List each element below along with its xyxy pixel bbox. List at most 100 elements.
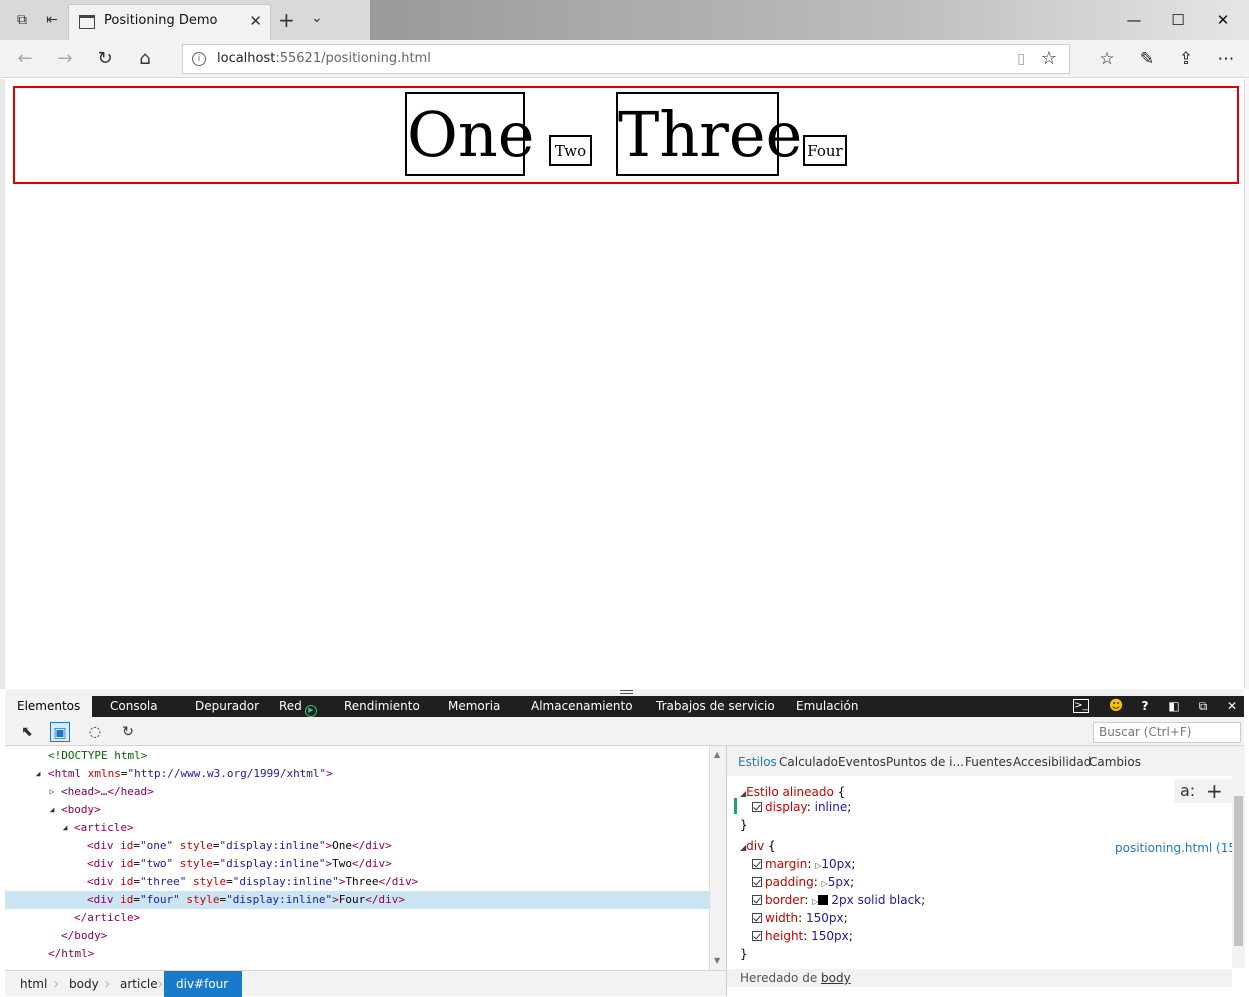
breadcrumb-article[interactable]: article [120,971,158,997]
close-window-icon[interactable]: ✕ [1203,8,1243,32]
back-icon[interactable]: ← [13,47,37,71]
inherited-from-link[interactable]: body [821,971,851,985]
dom-node-div-three[interactable]: <div id="three" style="display:inline">T… [5,873,709,891]
breadcrumb-div-four[interactable]: div#four [164,971,243,997]
tab-emulacion[interactable]: Emulación [796,696,858,717]
add-rule-icon[interactable]: + [1206,779,1223,803]
url-text[interactable]: localhost:55621/positioning.html [217,51,431,66]
property-checkbox[interactable] [752,859,762,869]
home-icon[interactable]: ⌂ [133,47,157,71]
tab-eventos[interactable]: Eventos [838,755,886,769]
share-icon[interactable]: ⇪ [1174,47,1198,71]
property-checkbox[interactable] [752,877,762,887]
property-checkbox[interactable] [752,802,762,812]
more-options-icon[interactable]: ⋯ [1214,47,1238,71]
tab-title: Positioning Demo [104,13,218,28]
rule-height[interactable]: height: 150px; [752,927,853,945]
scroll-up-icon[interactable]: ▲ [714,750,720,759]
dom-node-html[interactable]: ◢ <html xmlns="http://www.w3.org/1999/xht… [5,765,709,783]
dom-node-body-close[interactable]: </body> [5,927,709,945]
site-info-icon[interactable]: i [192,52,206,66]
breadcrumb-body[interactable]: body [69,971,99,997]
pen-notes-icon[interactable]: ✎ [1135,47,1159,71]
tab-elementos[interactable]: Elementos [5,696,93,717]
expand-html-icon[interactable]: ◢ [33,765,43,783]
dom-scrollbar[interactable]: ▲ ▼ [709,746,726,970]
address-bar[interactable]: i localhost:55621/positioning.html ▯ ☆ [182,44,1070,74]
dom-node-article-close[interactable]: </article> [5,909,709,927]
tab-consola[interactable]: Consola [110,696,158,717]
rule-border[interactable]: border: ▷ 2px solid black; [752,891,925,909]
tab-actions-icon[interactable]: ⧉ [12,10,32,30]
favorites-list-icon[interactable]: ☆ [1095,47,1119,71]
styles-tab-bar: Estilos Calculado Eventos Puntos de i...… [727,746,1245,776]
refresh-icon[interactable]: ↻ [93,47,117,71]
refresh-dom-icon[interactable]: ↻ [118,722,138,742]
scrollbar-thumb[interactable] [1234,796,1243,946]
inline-style-prop[interactable]: display: inline; [752,798,851,816]
new-tab-icon[interactable]: + [278,8,295,32]
tab-calculado[interactable]: Calculado [779,755,838,769]
expand-article-icon[interactable]: ◢ [60,819,70,837]
feedback-smiley-icon[interactable]: ☻ [1107,698,1125,715]
maximize-icon[interactable]: ☐ [1158,8,1198,32]
tab-memoria[interactable]: Memoria [448,696,500,717]
changed-indicator [734,798,737,814]
tab-red[interactable]: Red ▶ [279,696,317,717]
dom-node-body[interactable]: ◢ <body> [5,801,709,819]
help-icon[interactable]: ? [1136,698,1154,715]
minimize-icon[interactable]: — [1114,8,1154,32]
tab-trabajos-de-servicio[interactable]: Trabajos de servicio [656,696,775,717]
favorite-star-icon[interactable]: ☆ [1041,48,1057,69]
set-tabs-aside-icon[interactable]: ⇤ [42,10,62,30]
tab-accesibilidad[interactable]: Accesibilidad [1013,755,1091,769]
dom-node-html-close[interactable]: </html> [5,945,709,963]
property-checkbox[interactable] [752,931,762,941]
styles-scrollbar[interactable] [1232,776,1245,968]
dom-search-input[interactable]: Buscar (Ctrl+F) [1093,722,1241,743]
property-checkbox[interactable] [752,913,762,923]
close-devtools-icon[interactable]: ✕ [1223,698,1241,715]
rule-width[interactable]: width: 150px; [752,909,848,927]
reading-view-icon[interactable]: ▯ [1017,51,1025,67]
color-swatch[interactable] [818,895,829,905]
close-tab-icon[interactable]: ✕ [249,12,262,30]
tab-cambios[interactable]: Cambios [1089,755,1141,769]
tab-rendimiento[interactable]: Rendimiento [344,696,420,717]
tab-depurador[interactable]: Depurador [195,696,259,717]
navigation-bar: ← → ↻ ⌂ i localhost:55621/positioning.ht… [0,40,1249,78]
rule-source-link[interactable]: positioning.html (15) [1115,839,1241,857]
toggle-pseudo-state-icon[interactable]: a: [1180,781,1195,800]
tab-fuentes[interactable]: Fuentes [965,755,1012,769]
forward-icon[interactable]: → [53,47,77,71]
dom-node-div-one[interactable]: <div id="one" style="display:inline">One… [5,837,709,855]
dock-icon[interactable]: ◧ [1165,698,1183,715]
devtools-resize-handle[interactable] [5,689,1244,696]
rule-padding[interactable]: padding: ▷5px; [752,873,854,891]
dom-node-div-two[interactable]: <div id="two" style="display:inline">Two… [5,855,709,873]
undock-icon[interactable]: ⧉ [1194,698,1212,715]
console-drawer-icon[interactable]: >_ [1073,699,1089,713]
dom-node-article[interactable]: ◢ <article> [5,819,709,837]
dom-node-head[interactable]: ▷ <head>…</head> [5,783,709,801]
expand-body-icon[interactable]: ◢ [47,801,57,819]
tab-puntos-de-interrupcion[interactable]: Puntos de i... [886,755,964,769]
dom-node-div-four-selected[interactable]: <div id="four" style="display:inline">Fo… [5,891,709,909]
article-container: One Two Three Four [13,86,1239,184]
tab-almacenamiento[interactable]: Almacenamiento [531,696,633,717]
tab-estilos[interactable]: Estilos [738,755,777,769]
breadcrumb-html[interactable]: html [20,971,47,997]
tab-positioning-demo[interactable]: Positioning Demo ✕ [68,4,271,40]
highlight-box-icon[interactable]: ▣ [50,722,70,742]
tab-preview-chevron-icon[interactable]: ⌄ [311,10,323,26]
property-checkbox[interactable] [752,895,762,905]
color-picker-icon[interactable]: ◌ [85,722,105,742]
select-element-icon[interactable]: ⬉ [17,722,37,742]
div-one: One [405,92,534,176]
scroll-down-icon[interactable]: ▼ [714,956,720,965]
devtools-tab-bar: Elementos Consola Depurador Red ▶ Rendimi… [5,696,1244,717]
collapsed-head-icon[interactable]: ▷ [47,783,57,801]
dom-node-doctype[interactable]: <!DOCTYPE html> [5,747,709,765]
rule-margin[interactable]: margin: ▷10px; [752,855,855,873]
div-rule-selector[interactable]: ◢div { [740,837,776,855]
